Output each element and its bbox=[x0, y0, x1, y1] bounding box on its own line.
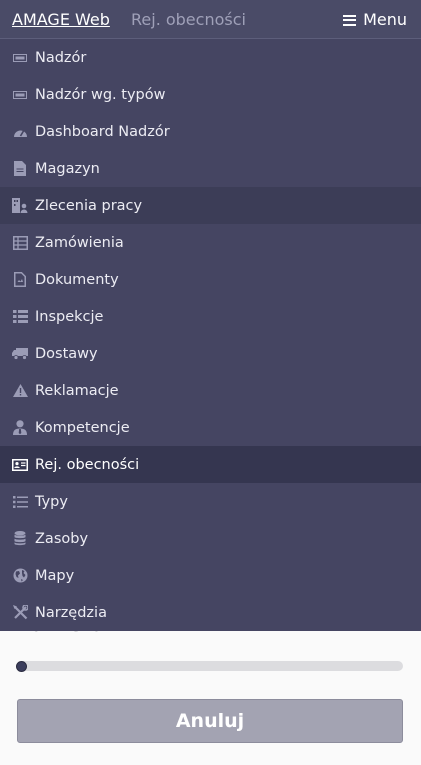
menu-item-label: Nadzór bbox=[35, 49, 87, 66]
ticket-icon bbox=[12, 50, 28, 66]
menu-item-label: Zamówienia bbox=[35, 234, 124, 251]
menu-item-label: Kompetencje bbox=[35, 419, 130, 436]
menu-item-inspekcje[interactable]: Inspekcje bbox=[0, 298, 421, 335]
menu-item-rej-obecnosci[interactable]: Rej. obecności bbox=[0, 446, 421, 483]
table-list-icon bbox=[12, 235, 28, 251]
menu-toggle-label: Menu bbox=[363, 10, 407, 29]
menu-item-label: Reklamacje bbox=[35, 382, 119, 399]
menu-toggle-button[interactable]: Menu bbox=[343, 9, 407, 31]
menu-item-zasoby[interactable]: Zasoby bbox=[0, 520, 421, 557]
file-outline-icon bbox=[12, 272, 28, 288]
progress-slider[interactable] bbox=[18, 661, 403, 671]
ticket-icon bbox=[12, 87, 28, 103]
file-icon bbox=[12, 161, 28, 177]
user-tie-icon bbox=[12, 420, 28, 436]
database-icon bbox=[12, 531, 28, 547]
slider-handle[interactable] bbox=[16, 661, 27, 672]
menu-item-mapy[interactable]: Mapy bbox=[0, 557, 421, 594]
menu-item-dokumenty[interactable]: Dokumenty bbox=[0, 261, 421, 298]
menu-item-label: Nadzór wg. typów bbox=[35, 86, 166, 103]
truck-icon bbox=[12, 346, 28, 362]
menu-item-label: Mapy bbox=[35, 567, 75, 584]
menu-item-label: Typy bbox=[35, 493, 68, 510]
menu-item-label: Dashboard Nadzór bbox=[35, 123, 170, 140]
nav-dropdown-menu: Nadzór Nadzór wg. typów Dashboard Nadzór… bbox=[0, 39, 421, 631]
menu-item-label: Zlecenia pracy bbox=[35, 197, 143, 214]
menu-item-zlecenia-pracy[interactable]: Zlecenia pracy bbox=[0, 187, 421, 224]
tools-icon bbox=[12, 605, 28, 621]
menu-item-reklamacje[interactable]: Reklamacje bbox=[0, 372, 421, 409]
menu-item-kompetencje[interactable]: Kompetencje bbox=[0, 409, 421, 446]
menu-item-label: Dokumenty bbox=[35, 271, 119, 288]
menu-item-label: Narzędzia bbox=[35, 604, 107, 621]
top-navbar: AMAGE Web Rej. obecności Menu bbox=[0, 0, 421, 39]
menu-item-typy[interactable]: Typy bbox=[0, 483, 421, 520]
menu-item-label: Inspekcje bbox=[35, 308, 104, 325]
page-title: Rej. obecności bbox=[131, 10, 246, 29]
menu-item-narzedzia[interactable]: Narzędzia bbox=[0, 594, 421, 631]
gauge-icon bbox=[12, 124, 28, 140]
menu-item-dostawy[interactable]: Dostawy bbox=[0, 335, 421, 372]
brand-link[interactable]: AMAGE Web bbox=[12, 10, 110, 30]
menu-item-label: Zasoby bbox=[35, 530, 89, 547]
menu-item-zamowienia[interactable]: Zamówienia bbox=[0, 224, 421, 261]
globe-icon bbox=[12, 568, 28, 584]
menu-item-nadzor-wg-typow[interactable]: Nadzór wg. typów bbox=[0, 76, 421, 113]
cancel-button[interactable]: Anuluj bbox=[17, 699, 403, 743]
list-icon bbox=[12, 494, 28, 510]
menu-item-label: Magazyn bbox=[35, 160, 100, 177]
building-user-icon bbox=[12, 198, 28, 214]
menu-item-magazyn[interactable]: Magazyn bbox=[0, 150, 421, 187]
th-list-icon bbox=[12, 309, 28, 325]
id-card-icon bbox=[12, 457, 28, 473]
menu-item-dashboard-nadzor[interactable]: Dashboard Nadzór bbox=[0, 113, 421, 150]
menu-item-label: Rej. obecności bbox=[35, 456, 140, 473]
hamburger-icon bbox=[343, 14, 357, 26]
menu-item-label: Dostawy bbox=[35, 345, 98, 362]
menu-item-nadzor[interactable]: Nadzór bbox=[0, 39, 421, 76]
warning-icon bbox=[12, 383, 28, 399]
